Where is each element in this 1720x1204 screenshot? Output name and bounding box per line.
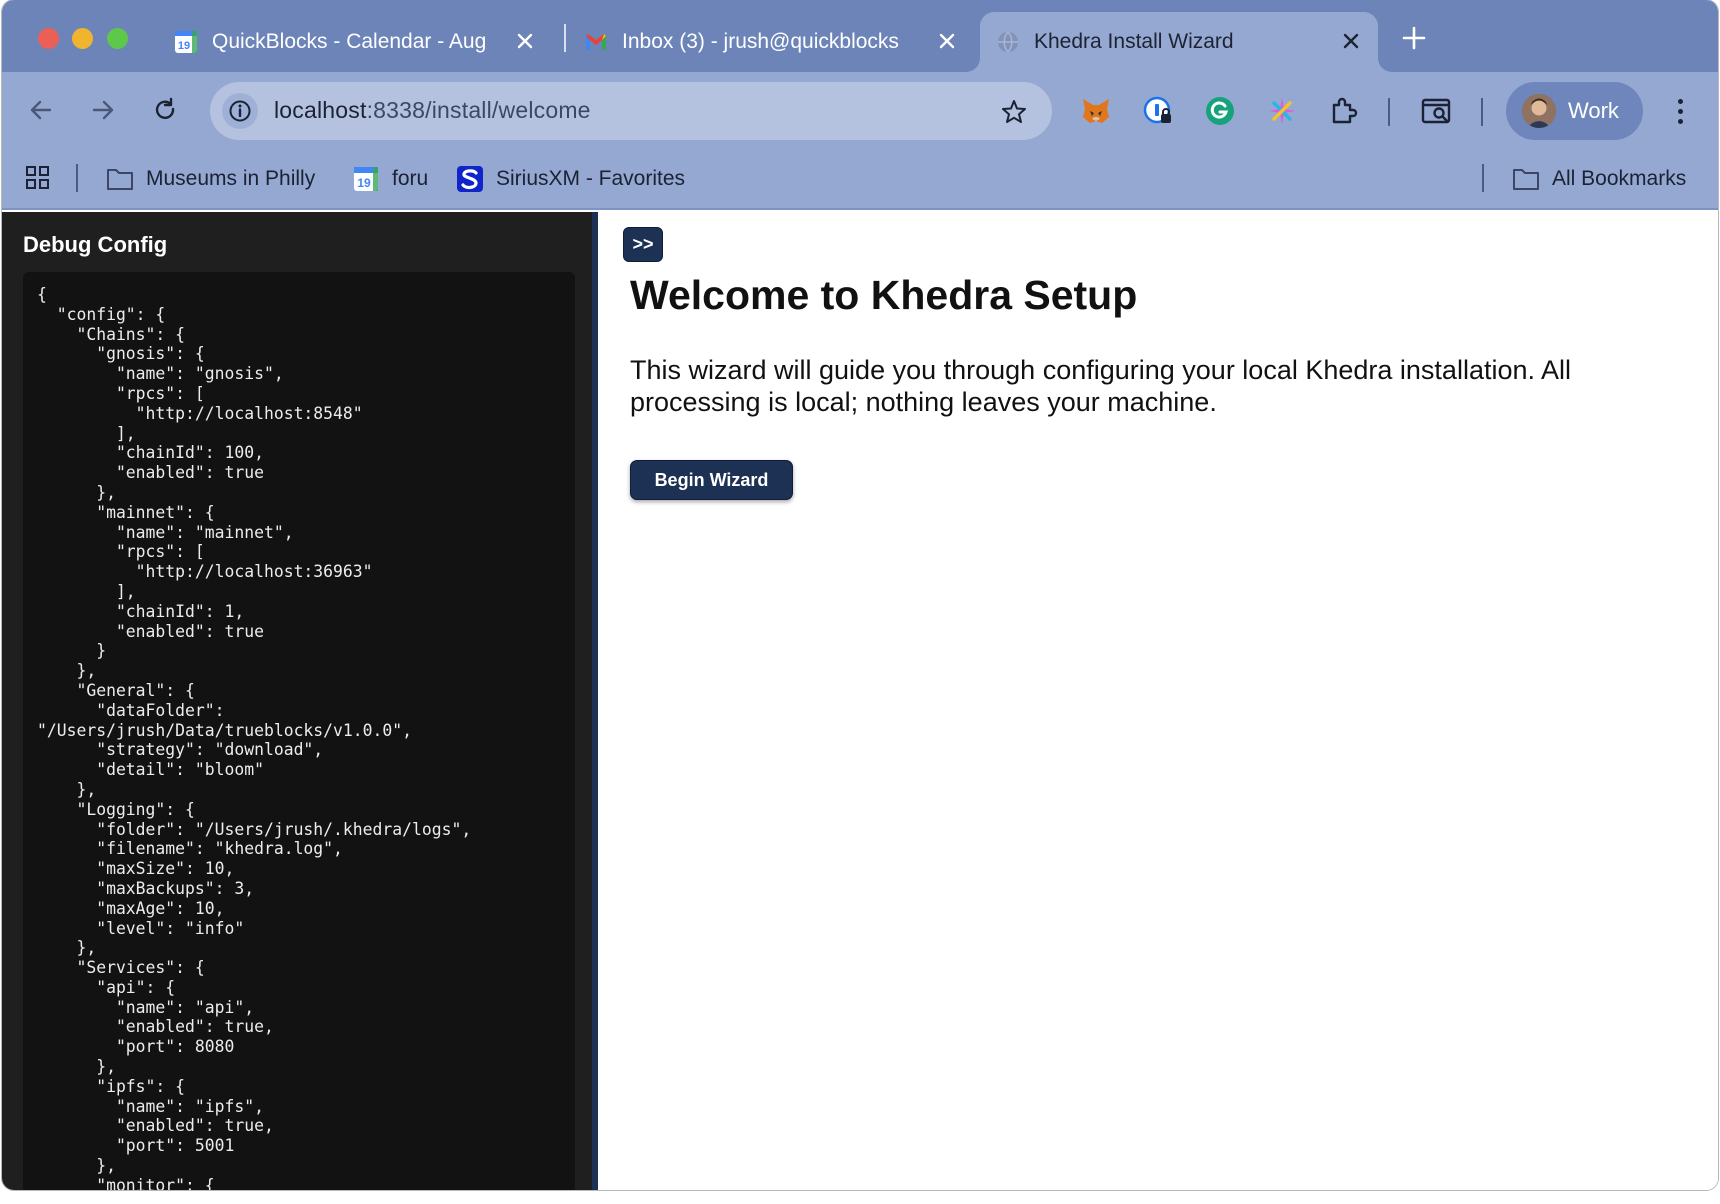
bookmark-label: Museums in Philly xyxy=(146,167,316,190)
config-json-text: { "config": { "Chains": { "gnosis": { "n… xyxy=(37,285,472,1190)
sparkle-extension[interactable] xyxy=(1265,94,1299,128)
tab-inbox[interactable]: Inbox (3) - jrush@quickblocks xyxy=(584,12,974,72)
minimize-window-button[interactable] xyxy=(72,28,93,49)
forward-button[interactable] xyxy=(86,93,120,127)
debug-config-title: Debug Config xyxy=(23,232,168,257)
tab-search-button[interactable] xyxy=(1420,94,1454,128)
profile-button[interactable]: Work xyxy=(1506,82,1643,140)
password-manager-extension[interactable] xyxy=(1141,94,1175,128)
avatar xyxy=(1522,94,1556,128)
metamask-extension[interactable] xyxy=(1079,94,1113,128)
page-content: Debug Config { "config": { "Chains": { "… xyxy=(2,212,1718,1190)
tab-separator xyxy=(564,24,566,52)
grammarly-extension[interactable] xyxy=(1203,94,1237,128)
bookmarks-separator xyxy=(1482,164,1484,192)
avatar-photo-icon xyxy=(1522,94,1556,128)
gmail-icon xyxy=(586,34,606,50)
wizard-description: This wizard will guide you through confi… xyxy=(630,355,1572,417)
address-bar[interactable]: localhost:8338/install/welcome xyxy=(210,82,1052,140)
debug-config-panel: Debug Config { "config": { "Chains": { "… xyxy=(2,212,598,1190)
reload-button[interactable] xyxy=(148,93,182,127)
all-bookmarks-button[interactable]: All Bookmarks xyxy=(1512,164,1686,194)
sparkle-icon xyxy=(1269,98,1295,124)
browser-toolbar: localhost:8338/install/welcome Work xyxy=(2,72,1718,150)
bookmark-siriusxm[interactable]: SiriusXM - Favorites xyxy=(456,164,685,194)
bookmark-foru[interactable]: 19 foru xyxy=(352,164,428,194)
siriusxm-icon xyxy=(457,166,483,192)
bookmark-museums-in-philly[interactable]: Museums in Philly xyxy=(106,164,315,194)
close-icon[interactable] xyxy=(936,30,958,52)
tab-search-icon xyxy=(1421,98,1451,124)
toolbar-separator xyxy=(1388,98,1390,126)
svg-text:19: 19 xyxy=(178,40,190,52)
apps-grid-icon[interactable] xyxy=(24,164,52,192)
new-tab-icon[interactable] xyxy=(1400,24,1428,52)
back-arrow-icon xyxy=(30,100,52,120)
page-title: Welcome to Khedra Setup xyxy=(630,272,1138,318)
grammarly-icon xyxy=(1206,97,1234,125)
back-button[interactable] xyxy=(24,93,58,127)
calendar-icon: 19 xyxy=(175,31,197,53)
close-icon[interactable] xyxy=(514,30,536,52)
tab-calendar[interactable]: 19 QuickBlocks - Calendar - Aug xyxy=(174,12,552,72)
tab-title: Khedra Install Wizard xyxy=(1034,30,1234,53)
tab-khedra-wizard[interactable]: Khedra Install Wizard xyxy=(980,12,1378,72)
svg-text:19: 19 xyxy=(357,176,371,190)
globe-icon xyxy=(998,31,1018,54)
password-manager-icon xyxy=(1143,96,1171,124)
calendar-icon: 19 xyxy=(354,167,378,191)
bookmark-label: foru xyxy=(392,167,429,190)
browser-window: 19 QuickBlocks - Calendar - Aug Inbox (3… xyxy=(2,0,1718,1190)
reload-icon xyxy=(155,97,175,119)
wizard-main-pane: >> Welcome to Khedra Setup This wizard w… xyxy=(602,212,1718,1190)
bookmarks-separator xyxy=(76,164,78,192)
bookmark-label: SiriusXM - Favorites xyxy=(496,167,686,190)
puzzle-icon xyxy=(1332,97,1358,124)
extensions-button[interactable] xyxy=(1327,94,1361,128)
browser-menu-button[interactable] xyxy=(1668,94,1692,128)
begin-wizard-button[interactable]: Begin Wizard xyxy=(630,460,793,500)
close-icon[interactable] xyxy=(1340,30,1362,52)
site-info-button[interactable] xyxy=(222,93,258,129)
close-window-button[interactable] xyxy=(38,28,59,49)
maximize-window-button[interactable] xyxy=(107,28,128,49)
folder-icon xyxy=(1513,169,1539,190)
debug-config-code[interactable]: { "config": { "Chains": { "gnosis": { "n… xyxy=(23,272,575,1190)
tab-title: QuickBlocks - Calendar - Aug xyxy=(212,30,487,53)
profile-label: Work xyxy=(1568,98,1619,123)
tab-strip: 19 QuickBlocks - Calendar - Aug Inbox (3… xyxy=(2,0,1718,72)
url-text: localhost:8338/install/welcome xyxy=(274,97,591,124)
forward-arrow-icon xyxy=(92,100,114,120)
folder-icon xyxy=(107,169,133,190)
bookmarks-bar: Museums in Philly 19 foru SiriusXM - Fav… xyxy=(2,150,1718,210)
tab-title: Inbox (3) - jrush@quickblocks xyxy=(622,30,899,53)
bookmark-star-icon[interactable] xyxy=(1000,98,1028,126)
url-host: localhost xyxy=(274,97,367,123)
all-bookmarks-label: All Bookmarks xyxy=(1552,167,1687,190)
info-icon xyxy=(229,100,251,122)
url-path: :8338/install/welcome xyxy=(366,97,591,123)
toolbar-separator xyxy=(1481,98,1483,126)
toggle-debug-panel-button[interactable]: >> xyxy=(623,227,663,262)
metamask-icon xyxy=(1083,99,1109,123)
